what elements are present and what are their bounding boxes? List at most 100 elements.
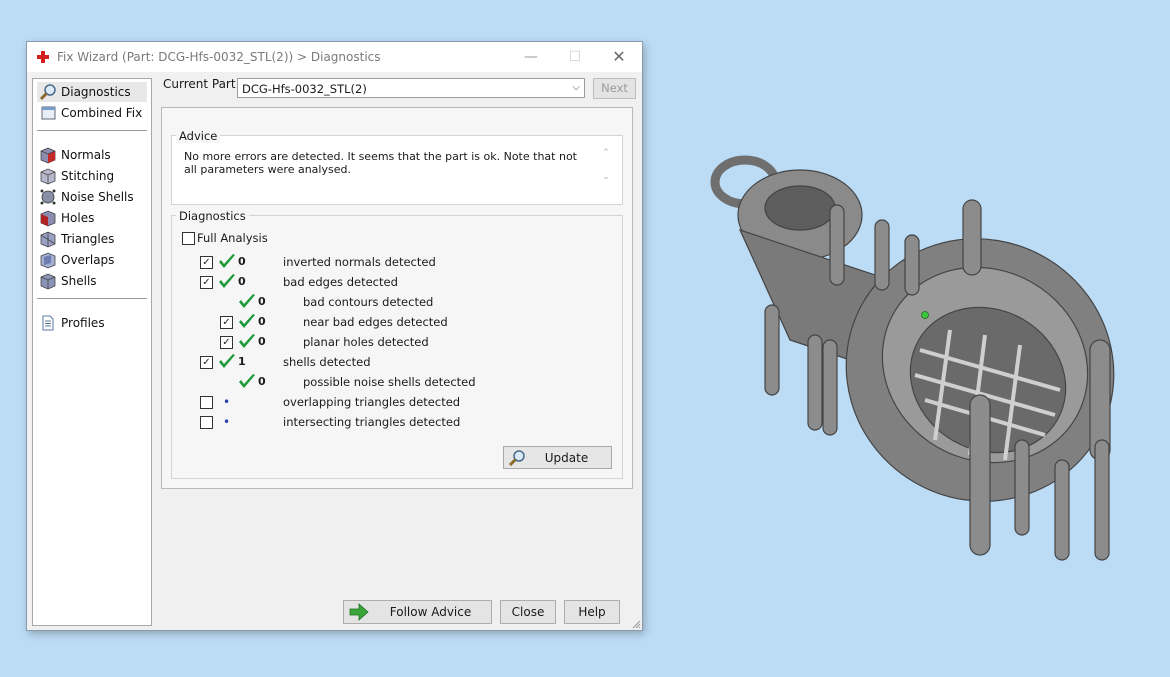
- diagnostic-row: • overlapping triangles detected: [162, 393, 632, 411]
- diagnostic-label: overlapping triangles detected: [283, 395, 461, 409]
- diagnostic-label: bad edges detected: [283, 275, 398, 289]
- diagnostic-row: ✓ 0 bad edges detected: [162, 273, 632, 291]
- noise-shells-icon: [40, 189, 56, 205]
- diagnostic-checkbox[interactable]: ✓: [200, 276, 213, 289]
- diagnostic-label: possible noise shells detected: [303, 375, 476, 389]
- nav-item-combined-fix[interactable]: Combined Fix: [37, 103, 147, 123]
- green-arrow-icon: [349, 603, 369, 621]
- nav-item-label: Diagnostics: [61, 85, 131, 99]
- overlaps-icon: [40, 252, 56, 269]
- stitching-icon: [40, 168, 56, 185]
- green-check-icon: [239, 374, 255, 388]
- combined-fix-icon: [41, 106, 56, 120]
- magnifier-icon: [39, 84, 56, 101]
- nav-item-profiles[interactable]: Profiles: [37, 313, 147, 333]
- resize-grip-icon[interactable]: [631, 619, 641, 629]
- wizard-nav-panel: Diagnostics Combined Fix Normals Stitchi…: [32, 78, 152, 626]
- follow-advice-label: Follow Advice: [389, 605, 472, 619]
- green-check-icon: [239, 314, 255, 328]
- next-button[interactable]: Next: [593, 78, 636, 99]
- nav-item-label: Combined Fix: [61, 106, 143, 120]
- selection-marker-icon: [921, 311, 929, 319]
- green-check-icon: [219, 354, 235, 368]
- diagnostic-row: ✓ 0 near bad edges detected: [162, 313, 632, 331]
- nav-item-overlaps[interactable]: Overlaps: [37, 250, 147, 270]
- nav-item-label: Holes: [61, 211, 95, 225]
- pending-dot-icon: •: [223, 395, 231, 409]
- update-button[interactable]: Update: [503, 446, 612, 469]
- nav-item-label: Normals: [61, 148, 111, 162]
- diagnostic-label: planar holes detected: [303, 335, 429, 349]
- nav-item-noise-shells[interactable]: Noise Shells: [37, 187, 147, 207]
- diagnostics-panel: Advice No more errors are detected. It s…: [161, 107, 633, 489]
- full-analysis-checkbox[interactable]: [182, 232, 195, 245]
- current-part-label: Current Part:: [163, 77, 240, 91]
- current-part-value: DCG-Hfs-0032_STL(2): [242, 82, 367, 96]
- full-analysis-label: Full Analysis: [197, 231, 268, 245]
- green-check-icon: [239, 334, 255, 348]
- nav-item-triangles[interactable]: Triangles: [37, 229, 147, 249]
- diagnostic-count: 0: [258, 295, 266, 308]
- diagnostic-label: inverted normals detected: [283, 255, 436, 269]
- diagnostic-label: bad contours detected: [303, 295, 434, 309]
- diagnostic-row: ✓ 1 shells detected: [162, 353, 632, 371]
- nav-item-stitching[interactable]: Stitching: [37, 166, 147, 186]
- diagnostic-row: ✓ 0 inverted normals detected: [162, 253, 632, 271]
- diagnostic-label: intersecting triangles detected: [283, 415, 461, 429]
- close-button[interactable]: Close: [500, 600, 556, 624]
- diagnostic-checkbox[interactable]: ✓: [220, 336, 233, 349]
- diagnostic-checkbox[interactable]: ✓: [200, 256, 213, 269]
- diagnostic-checkbox[interactable]: [200, 396, 213, 409]
- diagnostic-checkbox[interactable]: [200, 416, 213, 429]
- holes-cube-icon: [40, 210, 56, 227]
- 3d-model-viewport[interactable]: [700, 140, 1140, 600]
- triangles-icon: [40, 231, 56, 248]
- pending-dot-icon: •: [223, 415, 231, 429]
- help-button[interactable]: Help: [564, 600, 620, 624]
- green-check-icon: [219, 274, 235, 288]
- nav-item-label: Stitching: [61, 169, 115, 183]
- close-window-button[interactable]: ✕: [597, 42, 641, 72]
- fix-wizard-dialog: Fix Wizard (Part: DCG-Hfs-0032_STL(2)) >…: [26, 41, 643, 631]
- diagnostics-title: Diagnostics: [176, 209, 249, 223]
- jewelry-pendant-model: [710, 155, 1115, 561]
- nav-item-holes[interactable]: Holes: [37, 208, 147, 228]
- nav-item-shells[interactable]: Shells: [37, 271, 147, 291]
- green-check-icon: [219, 254, 235, 268]
- nav-divider: [37, 298, 147, 299]
- diagnostic-row: ✓ 0 planar holes detected: [162, 333, 632, 351]
- diagnostic-checkbox[interactable]: ✓: [220, 316, 233, 329]
- document-icon: [42, 315, 54, 331]
- nav-item-normals[interactable]: Normals: [37, 145, 147, 165]
- advice-title: Advice: [176, 129, 221, 143]
- red-cross-icon: [37, 51, 49, 63]
- nav-item-label: Triangles: [61, 232, 115, 246]
- scroll-down-icon[interactable]: ⌄: [598, 172, 614, 182]
- minimize-button[interactable]: —: [509, 42, 553, 72]
- nav-item-label: Noise Shells: [61, 190, 134, 204]
- diagnostic-label: near bad edges detected: [303, 315, 448, 329]
- normals-cube-icon: [40, 147, 56, 164]
- window-title: Fix Wizard (Part: DCG-Hfs-0032_STL(2)) >…: [57, 50, 381, 64]
- advice-text: No more errors are detected. It seems th…: [184, 150, 577, 176]
- maximize-button[interactable]: ☐: [553, 42, 597, 72]
- diagnostic-label: shells detected: [283, 355, 371, 369]
- update-label: Update: [544, 451, 589, 465]
- nav-item-label: Profiles: [61, 316, 105, 330]
- nav-item-label: Shells: [61, 274, 97, 288]
- follow-advice-button[interactable]: Follow Advice: [343, 600, 492, 624]
- diagnostic-count: 0: [258, 335, 266, 348]
- diagnostic-count: 0: [258, 375, 266, 388]
- nav-item-diagnostics[interactable]: Diagnostics: [37, 82, 147, 102]
- current-part-dropdown[interactable]: DCG-Hfs-0032_STL(2) ⌵: [237, 78, 585, 98]
- diagnostic-count: 0: [238, 255, 246, 268]
- diagnostic-count: 1: [238, 355, 246, 368]
- chevron-down-icon: ⌵: [572, 82, 580, 93]
- diagnostic-checkbox[interactable]: ✓: [200, 356, 213, 369]
- diagnostic-row: 0 bad contours detected: [162, 293, 632, 311]
- advice-scrollbar[interactable]: ⌃ ⌄: [598, 148, 614, 198]
- diagnostic-count: 0: [238, 275, 246, 288]
- scroll-up-icon[interactable]: ⌃: [598, 148, 614, 158]
- title-bar[interactable]: Fix Wizard (Part: DCG-Hfs-0032_STL(2)) >…: [27, 42, 642, 72]
- diagnostic-count: 0: [258, 315, 266, 328]
